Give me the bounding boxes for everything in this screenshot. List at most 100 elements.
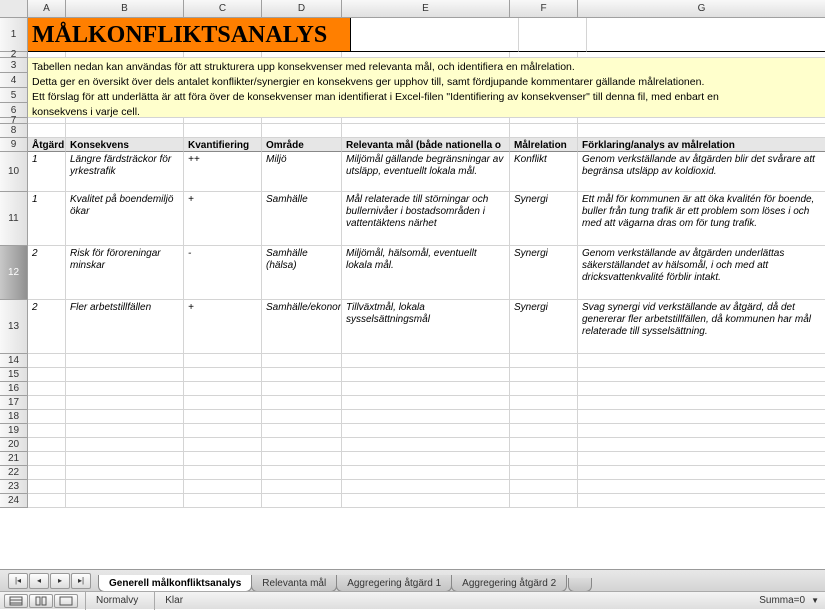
table-cell[interactable]: Miljö xyxy=(262,152,342,192)
table-cell[interactable]: Tillväxtmål, lokala sysselsättningsmål xyxy=(342,300,510,354)
table-cell[interactable]: Svag synergi vid verkställande av åtgärd… xyxy=(578,300,825,354)
cell[interactable] xyxy=(184,466,262,480)
cell[interactable] xyxy=(66,396,184,410)
cell[interactable] xyxy=(342,382,510,396)
table-cell[interactable]: Samhälle/ekonomi xyxy=(262,300,342,354)
cell[interactable] xyxy=(342,438,510,452)
cell[interactable] xyxy=(28,410,66,424)
table-cell[interactable]: Samhälle xyxy=(262,192,342,246)
column-header-F[interactable]: F xyxy=(510,0,578,18)
sheet-tab[interactable]: Generell målkonfliktsanalys xyxy=(98,575,252,592)
table-cell[interactable]: Samhälle (hälsa) xyxy=(262,246,342,300)
cell[interactable] xyxy=(342,424,510,438)
cell[interactable] xyxy=(510,424,578,438)
row-header-3[interactable]: 3 xyxy=(0,58,28,73)
status-sum[interactable]: Summa=0▼ xyxy=(759,595,819,606)
table-cell[interactable]: 1 xyxy=(28,192,66,246)
sheet-tab[interactable]: Relevanta mål xyxy=(251,575,337,592)
cell[interactable] xyxy=(66,494,184,508)
row-header-9[interactable]: 9 xyxy=(0,138,28,152)
cell[interactable] xyxy=(184,396,262,410)
cell[interactable] xyxy=(510,466,578,480)
column-header-B[interactable]: B xyxy=(66,0,184,18)
cell[interactable] xyxy=(587,18,825,52)
cell[interactable] xyxy=(519,18,587,52)
table-cell[interactable]: Ett mål för kommunen är att öka kvalitén… xyxy=(578,192,825,246)
table-cell[interactable]: Synergi xyxy=(510,192,578,246)
cell[interactable] xyxy=(342,124,510,138)
cell[interactable] xyxy=(66,424,184,438)
cell[interactable] xyxy=(262,368,342,382)
column-header-A[interactable]: A xyxy=(28,0,66,18)
tab-nav-first[interactable]: |◂ xyxy=(8,573,28,589)
row-header-17[interactable]: 17 xyxy=(0,396,28,410)
cell[interactable] xyxy=(66,452,184,466)
row-header-11[interactable]: 11 xyxy=(0,192,28,246)
column-header-E[interactable]: E xyxy=(342,0,510,18)
cell[interactable] xyxy=(262,480,342,494)
table-cell[interactable]: + xyxy=(184,192,262,246)
cell[interactable] xyxy=(342,466,510,480)
row-header-5[interactable]: 5 xyxy=(0,88,28,103)
cell[interactable] xyxy=(262,124,342,138)
cell[interactable] xyxy=(28,438,66,452)
cell[interactable] xyxy=(578,494,825,508)
cell[interactable] xyxy=(510,494,578,508)
cell[interactable] xyxy=(184,480,262,494)
cell[interactable] xyxy=(28,480,66,494)
cell[interactable] xyxy=(262,452,342,466)
table-cell[interactable]: Synergi xyxy=(510,246,578,300)
cell[interactable] xyxy=(262,410,342,424)
table-cell[interactable]: Genom verkställande av åtgärden underlät… xyxy=(578,246,825,300)
row-header-10[interactable]: 10 xyxy=(0,152,28,192)
table-cell[interactable]: Kvalitet på boendemiljö ökar xyxy=(66,192,184,246)
cell[interactable] xyxy=(28,124,66,138)
column-header-G[interactable]: G xyxy=(578,0,825,18)
cell[interactable] xyxy=(262,466,342,480)
cell[interactable] xyxy=(578,480,825,494)
table-cell[interactable]: Risk för föroreningar minskar xyxy=(66,246,184,300)
cell[interactable] xyxy=(66,410,184,424)
row-header-15[interactable]: 15 xyxy=(0,368,28,382)
cell[interactable] xyxy=(184,124,262,138)
cell[interactable] xyxy=(262,354,342,368)
row-header-20[interactable]: 20 xyxy=(0,438,28,452)
row-header-16[interactable]: 16 xyxy=(0,382,28,396)
cell[interactable] xyxy=(578,124,825,138)
row-header-8[interactable]: 8 xyxy=(0,124,28,138)
cell[interactable] xyxy=(262,438,342,452)
cell[interactable] xyxy=(510,396,578,410)
table-cell[interactable]: - xyxy=(184,246,262,300)
table-cell[interactable]: + xyxy=(184,300,262,354)
row-header-19[interactable]: 19 xyxy=(0,424,28,438)
view-page-layout-button[interactable] xyxy=(29,594,53,608)
cell[interactable] xyxy=(342,494,510,508)
cell[interactable] xyxy=(262,424,342,438)
cell[interactable] xyxy=(184,494,262,508)
cell[interactable] xyxy=(342,480,510,494)
row-header-22[interactable]: 22 xyxy=(0,466,28,480)
row-header-21[interactable]: 21 xyxy=(0,452,28,466)
spreadsheet-grid[interactable]: MÅLKONFLIKTSANALYSTabellen nedan kan anv… xyxy=(28,18,825,508)
cell[interactable] xyxy=(510,438,578,452)
table-cell[interactable]: Synergi xyxy=(510,300,578,354)
cell[interactable] xyxy=(342,354,510,368)
cell[interactable] xyxy=(578,354,825,368)
cell[interactable] xyxy=(510,480,578,494)
cell[interactable] xyxy=(510,410,578,424)
table-cell[interactable]: ++ xyxy=(184,152,262,192)
cell[interactable] xyxy=(66,354,184,368)
row-header-1[interactable]: 1 xyxy=(0,18,28,52)
row-header-23[interactable]: 23 xyxy=(0,480,28,494)
table-cell[interactable]: Längre färdsträckor för yrkestrafik xyxy=(66,152,184,192)
cell[interactable] xyxy=(184,410,262,424)
table-cell[interactable]: 2 xyxy=(28,300,66,354)
cell[interactable] xyxy=(66,438,184,452)
row-header-24[interactable]: 24 xyxy=(0,494,28,508)
column-header-D[interactable]: D xyxy=(262,0,342,18)
cell[interactable] xyxy=(66,480,184,494)
cell[interactable] xyxy=(578,438,825,452)
row-header-18[interactable]: 18 xyxy=(0,410,28,424)
table-cell[interactable]: Miljömål gällande begränsningar av utslä… xyxy=(342,152,510,192)
cell[interactable] xyxy=(28,494,66,508)
